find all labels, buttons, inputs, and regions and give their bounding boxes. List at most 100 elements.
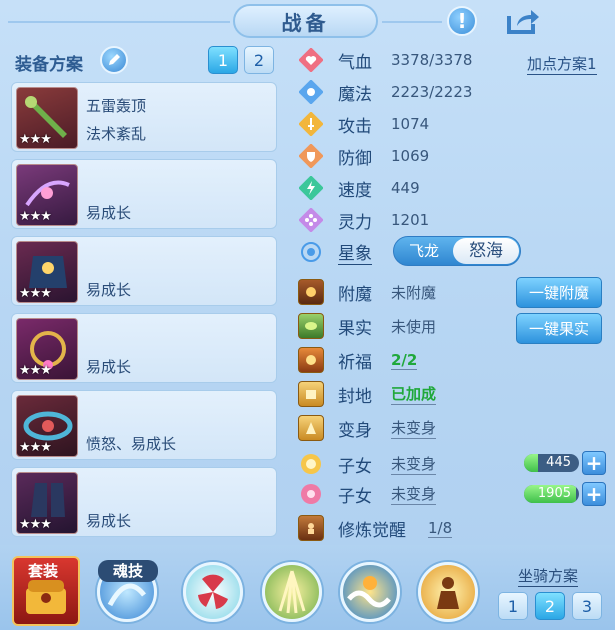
star-rating: ★★★ — [19, 209, 52, 224]
header-decoration-right — [382, 21, 442, 23]
stat-name: 速度 — [338, 180, 372, 201]
suit-label: 套装 — [28, 562, 59, 580]
mount-tab-3[interactable]: 3 — [572, 592, 602, 620]
belt-icon: ★★★ — [16, 395, 78, 457]
stat-row-star: 星象 — [298, 238, 372, 266]
speed-icon — [298, 175, 324, 201]
child-1-add-button[interactable]: + — [582, 451, 606, 475]
stat-row-spirit: 灵力 1201 — [298, 206, 429, 234]
warrior-skill-icon — [437, 577, 459, 609]
enchant-icon — [298, 279, 324, 305]
one-click-enchant-button[interactable]: 一键附魔 — [516, 277, 602, 308]
share-icon — [507, 10, 539, 34]
child-1-value: 445 — [546, 455, 571, 470]
child-2-value: 1905 — [537, 486, 571, 501]
skill-slot-4[interactable] — [418, 562, 478, 622]
info-button[interactable]: ! — [447, 6, 477, 36]
child-1-bar: 445 — [524, 454, 579, 472]
extra-name: 子女 — [338, 456, 372, 477]
title-tab: 战备 — [233, 4, 378, 38]
equip-effect: 易成长 — [86, 358, 132, 376]
fruit-icon — [298, 313, 324, 339]
mount-tab-2[interactable]: 2 — [535, 592, 565, 620]
extra-value[interactable]: 1/8 — [428, 519, 453, 538]
mount-scheme-label[interactable]: 坐骑方案 — [518, 565, 579, 587]
transform-icon — [298, 415, 324, 441]
extra-value[interactable]: 2/2 — [391, 351, 418, 370]
star-option-feilong[interactable]: 飞龙 — [394, 237, 454, 265]
extra-row-fief: 封地 已加成 — [298, 380, 437, 408]
equip-effect: 易成长 — [86, 281, 132, 299]
page-title: 战备 — [281, 10, 330, 35]
child-lotus-icon — [298, 481, 324, 507]
equipment-slot-weapon[interactable]: ★★★ 五雷轰顶 法术紊乱 — [11, 82, 277, 152]
mount-tab-1[interactable]: 1 — [498, 592, 528, 620]
weapon-icon: ★★★ — [16, 87, 78, 149]
star-rating: ★★★ — [19, 363, 52, 378]
skill-slot-3[interactable] — [340, 562, 400, 622]
stat-value: 1069 — [391, 147, 430, 165]
shield-icon — [298, 143, 324, 169]
extra-name: 子女 — [338, 486, 372, 507]
necklace-icon: ★★★ — [16, 318, 78, 380]
stat-name: 防御 — [338, 148, 372, 169]
scheme-tab-2[interactable]: 2 — [244, 46, 274, 74]
edit-scheme-button[interactable] — [100, 46, 128, 74]
child-2-add-button[interactable]: + — [582, 482, 606, 506]
stat-name: 灵力 — [338, 212, 372, 233]
exclamation-icon: ! — [457, 9, 467, 33]
extra-row-enchant: 附魔 未附魔 — [298, 278, 436, 306]
extra-value[interactable]: 未变身 — [391, 453, 437, 475]
pencil-icon — [109, 54, 120, 65]
equipment-slot-necklace[interactable]: ★★★ 易成长 — [11, 313, 277, 383]
extra-value[interactable]: 未变身 — [391, 417, 437, 439]
wave-skill-icon — [347, 576, 391, 608]
star-sign-label[interactable]: 星象 — [338, 239, 372, 265]
star-sign-toggle[interactable]: 飞龙 怒海 — [393, 236, 521, 266]
equipment-slot-belt[interactable]: ★★★ 愤怒、易成长 — [11, 390, 277, 460]
stat-row-hp: 气血 3378/3378 — [298, 46, 472, 74]
plus-icon: + — [585, 482, 603, 506]
extra-name: 修炼觉醒 — [338, 520, 406, 541]
extra-name: 祈福 — [338, 352, 372, 373]
extra-value[interactable]: 未变身 — [391, 483, 437, 505]
stat-name: 气血 — [338, 52, 372, 73]
equip-effect: 法术紊乱 — [86, 125, 147, 143]
one-click-fruit-button[interactable]: 一键果实 — [516, 313, 602, 344]
extra-row-blessing: 祈福 2/2 — [298, 346, 418, 374]
equipment-slot-shoes[interactable]: ★★★ 易成长 — [11, 467, 277, 537]
extra-row-transform: 变身 未变身 — [298, 414, 437, 442]
skill-slot-1[interactable] — [183, 562, 243, 622]
equipment-slot-armor[interactable]: ★★★ 易成长 — [11, 236, 277, 306]
stat-row-mp: 魔法 2223/2223 — [298, 78, 472, 106]
add-point-scheme-link[interactable]: 加点方案1 — [527, 53, 597, 75]
stat-row-defense: 防御 1069 — [298, 142, 429, 170]
star-option-nuhai[interactable]: 怒海 — [453, 238, 519, 264]
child-sun-icon — [298, 451, 324, 477]
stat-name: 魔法 — [338, 84, 372, 105]
fief-icon — [298, 381, 324, 407]
stat-value: 2223/2223 — [391, 83, 473, 101]
cultivation-icon — [298, 515, 324, 541]
stat-value: 1201 — [391, 211, 430, 229]
header-decoration-left — [8, 21, 230, 23]
stat-row-speed: 速度 449 — [298, 174, 420, 202]
extra-name: 封地 — [338, 386, 372, 407]
extra-value[interactable]: 已加成 — [391, 383, 437, 405]
extra-row-child-2: 子女 未变身 — [298, 480, 437, 508]
light-skill-icon — [278, 570, 306, 614]
heart-icon — [298, 47, 324, 73]
scheme-tab-1[interactable]: 1 — [208, 46, 238, 74]
helmet-icon: ★★★ — [16, 164, 78, 226]
sword-icon — [298, 111, 324, 137]
skill-slot-2[interactable] — [262, 562, 322, 622]
share-button[interactable] — [505, 6, 541, 36]
extra-name: 附魔 — [338, 284, 372, 305]
stat-value: 449 — [391, 179, 420, 197]
equipment-slot-helmet[interactable]: ★★★ 易成长 — [11, 159, 277, 229]
extra-value: 未附魔 — [391, 283, 437, 302]
spirit-icon — [298, 207, 324, 233]
star-sign-icon — [298, 239, 324, 265]
extra-value: 未使用 — [391, 317, 437, 336]
extra-row-child-1: 子女 未变身 — [298, 450, 437, 478]
